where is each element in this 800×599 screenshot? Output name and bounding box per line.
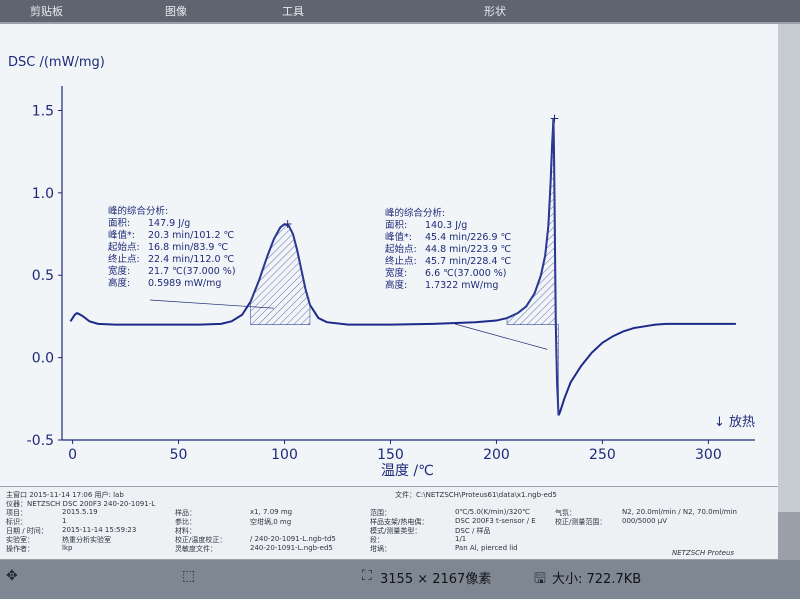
footer-value: 空坩埚,0 mg	[250, 518, 292, 526]
peak1-annotation-label: 面积:	[108, 217, 130, 229]
peak2-marker: +	[549, 112, 559, 126]
tab-tools[interactable]: 工具	[282, 3, 304, 19]
peak1-annotation-value: 0.5989 mW/mg	[148, 278, 221, 289]
peak2-annotation-label: 高度:	[385, 279, 407, 291]
peak2-annotation-label: 终止点:	[385, 255, 417, 267]
disk-icon: 🖫	[534, 571, 546, 587]
peak2-annotation-label: 起始点:	[385, 243, 417, 255]
footer-label: 校正/测量范围：	[555, 518, 607, 526]
peak2-annotation-label: 面积:	[385, 219, 407, 231]
exo-direction-label: ↓ 放热	[714, 415, 755, 430]
peak2-annotation-label: 宽度:	[385, 267, 407, 279]
footer-label: 灵敏度文件：	[175, 545, 217, 553]
x-tick-label: 50	[170, 447, 188, 463]
footer-value: 1/1	[455, 535, 467, 543]
dsc-chart: -0.5 0.0 0.5 1.0 1.5 0 50 100 150 200 250 300 DSC /(…	[8, 55, 755, 479]
peak2-annotation-value: 1.7322 mW/mg	[425, 280, 498, 291]
move-icon: ✥	[6, 568, 18, 584]
file-size: 大小: 722.7KB	[552, 572, 642, 587]
y-tick-label: 0.0	[32, 351, 54, 367]
x-tick-label: 250	[589, 447, 616, 463]
x-tick-label: 300	[695, 447, 722, 463]
footer-value: N2, 20.0ml/min / N2, 70.0ml/min	[622, 508, 737, 516]
peak1-annotation-value: 147.9 J/g	[148, 218, 190, 229]
x-tick-label: 0	[68, 447, 77, 463]
vertical-scrollbar[interactable]	[778, 24, 800, 512]
peak2-annotation-value: 45.4 min/226.9 ℃	[425, 232, 512, 243]
peak1-marker: +	[283, 217, 293, 231]
peak1-annotation-label: 高度:	[108, 277, 130, 289]
x-tick-label: 100	[271, 447, 298, 463]
footer-value: / 240-20-1091-L.ngb-td5	[250, 535, 336, 543]
image-dimensions: 3155 × 2167像素	[380, 572, 492, 587]
y-tick-label: 1.5	[32, 103, 54, 119]
report-footer: 主窗口 2015-11-14 17:06 用户: lab 文件：C:\NETZS…	[0, 486, 778, 559]
x-tick-label: 200	[483, 447, 510, 463]
image-canvas: -0.5 0.0 0.5 1.0 1.5 0 50 100 150 200 250 300 DSC /(…	[0, 24, 778, 512]
peak2-annotation-label: 峰值*:	[385, 231, 412, 243]
peak1-annotation-label: 终止点:	[108, 253, 140, 265]
tab-image[interactable]: 图像	[165, 3, 187, 19]
leader-line	[454, 323, 548, 350]
y-tick-label: 0.5	[32, 268, 54, 284]
tab-shapes[interactable]: 形状	[484, 3, 506, 19]
x-axis-label: 温度 /℃	[381, 463, 434, 479]
footer-value: DSC 200F3 t-sensor / E	[455, 517, 536, 525]
peak2-annotation-value: 140.3 J/g	[425, 220, 467, 231]
peak2-annotation-value: 6.6 ℃(37.000 %)	[425, 268, 507, 279]
status-bar: ✥ ⬚ ⛶ 3155 × 2167像素 🖫 大小: 722.7KB	[0, 560, 800, 599]
footer-file: 文件：C:\NETZSCH\Proteus61\data\x1.ngb-ed5	[395, 491, 557, 499]
image-size-icon: ⛶	[362, 568, 372, 584]
footer-value: 1	[62, 517, 67, 525]
footer-value: 2015-11-14 15:59:23	[62, 526, 137, 534]
peak1-annotation-value: 20.3 min/101.2 ℃	[148, 230, 235, 241]
peak1-annotation-header: 峰的综合分析:	[108, 205, 168, 217]
tab-clipboard[interactable]: 剪贴板	[30, 3, 63, 19]
ribbon-tab-bar: 剪贴板 图像 工具 形状	[0, 0, 800, 22]
y-tick-label: 1.0	[32, 186, 54, 202]
footer-value: x1, 7.09 mg	[250, 508, 293, 516]
footer-value: lkp	[62, 544, 73, 552]
peak1-area	[250, 223, 311, 325]
peak1-annotation-label: 峰值*:	[108, 229, 135, 241]
footer-value: 000/5000 μV	[622, 517, 668, 525]
peak1-annotation-value: 16.8 min/83.9 ℃	[148, 242, 228, 253]
y-tick-label: -0.5	[27, 433, 54, 449]
selection-icon: ⬚	[182, 568, 196, 584]
footer-brand: NETZSCH Proteus	[672, 549, 735, 557]
peak1-annotation-value: 21.7 ℃(37.000 %)	[148, 266, 236, 277]
footer-label: 操作者：	[6, 545, 34, 553]
footer-value: 0℃/5.0(K/min)/320℃	[455, 508, 530, 516]
peak2-annotation-header: 峰的综合分析:	[385, 207, 445, 219]
footer-value: Pan Al, pierced lid	[455, 544, 518, 552]
peak1-annotation-label: 宽度:	[108, 265, 130, 277]
peak1-annotation-value: 22.4 min/112.0 ℃	[148, 254, 235, 265]
y-axis-label: DSC /(mW/mg)	[8, 55, 105, 70]
peak2-annotation-value: 45.7 min/228.4 ℃	[425, 256, 512, 267]
peak1-annotation-label: 起始点:	[108, 241, 140, 253]
x-tick-label: 150	[377, 447, 404, 463]
footer-label: 坩埚：	[370, 545, 391, 553]
footer-value: 2015.5.19	[62, 508, 98, 516]
footer-value: 240-20-1091-L.ngb-ed5	[250, 544, 333, 552]
peak2-annotation-value: 44.8 min/223.9 ℃	[425, 244, 512, 255]
